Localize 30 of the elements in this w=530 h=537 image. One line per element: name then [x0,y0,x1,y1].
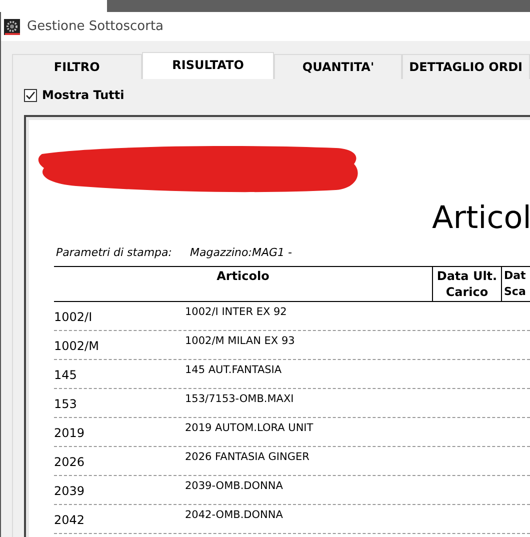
table-cell-text: 1002/I [54,309,94,326]
table-cell-text: 1002/I INTER EX 92 [185,305,287,320]
table-cell-text: 153 [54,396,78,413]
checkbox-label: Mostra Tutti [42,88,124,102]
tab[interactable]: RISULTATO [142,52,274,79]
table-cell-text: 2042-OMB.DONNA [185,508,283,523]
table-cell-text: 1002/M MILAN EX 93 [185,334,295,349]
gear-icon [4,18,20,34]
table-cell-text: 1002/M [54,338,100,355]
params-value: Magazzino:MAG1 - [190,246,292,261]
window-title: Gestione Sottoscorta [27,19,164,34]
column-header: Dat Sca [501,267,530,301]
table-cell-text: 145 AUT.FANTASIA [185,363,282,378]
params-label: Parametri di stampa: [56,246,172,261]
table-cell-text: 2026 [54,454,86,471]
checkbox[interactable] [24,88,37,102]
table-cell-text: 2039 [54,483,86,500]
tab[interactable]: FILTRO [12,54,142,79]
table-cell-text: 2019 [54,425,86,442]
tab[interactable]: DETTAGLIO ORDI [402,54,530,79]
table-cell-text: 2039-OMB.DONNA [185,479,283,494]
table-cell-text: 2042 [54,512,86,529]
table-cell-text: 2026 FANTASIA GINGER [185,450,310,465]
column-header: Data Ult. Carico [432,267,501,301]
column-header: Articolo [216,268,270,285]
table-cell-text: 145 [54,367,78,384]
report-title: Articol [431,199,530,238]
table-cell-text: 2019 AUTOM.LORA UNIT [185,421,314,436]
tab[interactable]: QUANTITA' [274,54,402,79]
table-cell-text: 153/7153-OMB.MAXI [185,392,294,407]
